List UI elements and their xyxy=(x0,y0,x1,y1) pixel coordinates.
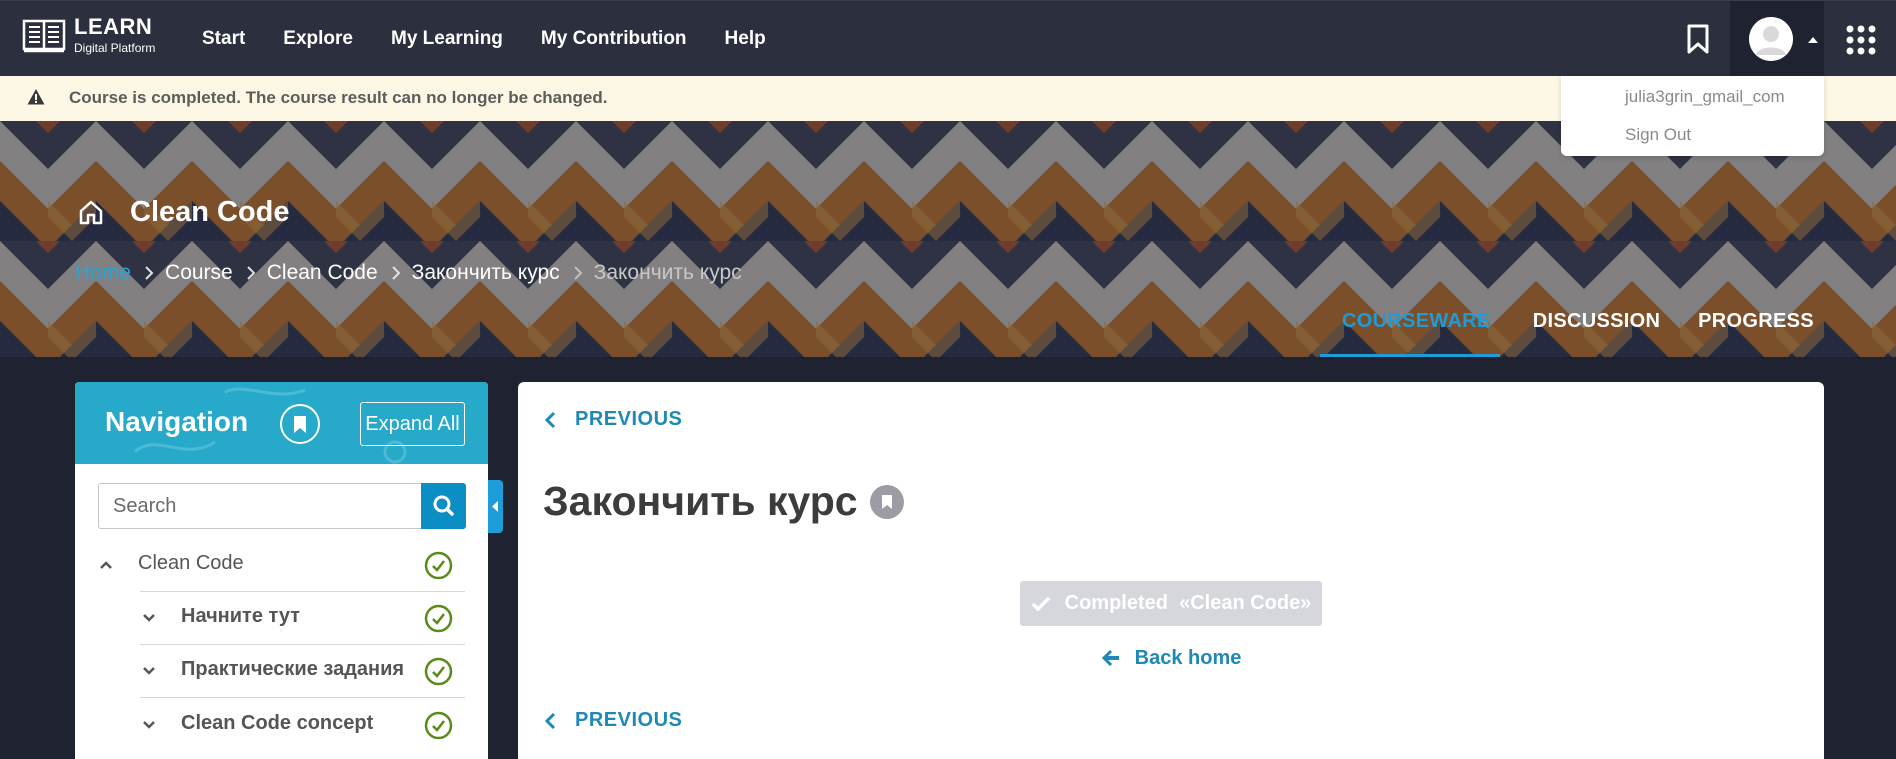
previous-label: PREVIOUS xyxy=(575,709,683,731)
sidebar-title: Navigation xyxy=(105,406,249,437)
avatar xyxy=(1749,17,1793,61)
tab-progress[interactable]: PROGRESS xyxy=(1693,302,1819,357)
breadcrumb-current: Закончить курс xyxy=(593,261,742,284)
book-logo-icon xyxy=(22,19,66,53)
outline-item-start-here[interactable]: Начните тут xyxy=(75,592,488,645)
search-input[interactable] xyxy=(99,484,421,528)
breadcrumb-clean-code[interactable]: Clean Code xyxy=(267,261,378,285)
search-icon xyxy=(433,495,454,516)
outline-label: Практические задания xyxy=(181,658,405,680)
check-circle-icon xyxy=(424,604,453,633)
nav-help[interactable]: Help xyxy=(725,28,766,50)
chevron-up-icon[interactable] xyxy=(98,557,114,573)
course-completed-button[interactable]: Completed «Clean Code» xyxy=(1020,581,1322,626)
back-home-link[interactable]: Back home xyxy=(1020,640,1322,676)
user-menu-toggle[interactable] xyxy=(1730,1,1824,77)
sign-out-link[interactable]: Sign Out xyxy=(1625,125,1691,145)
arrow-left-icon xyxy=(1101,649,1119,667)
caret-up-icon xyxy=(1808,37,1818,43)
nav-my-contribution[interactable]: My Contribution xyxy=(541,28,687,50)
unit-bookmark-button[interactable] xyxy=(870,485,904,519)
bookmark-icon[interactable] xyxy=(1683,23,1713,55)
check-circle-icon xyxy=(424,551,453,580)
check-circle-icon xyxy=(424,711,453,740)
checkmark-icon xyxy=(1031,596,1050,611)
nav-explore[interactable]: Explore xyxy=(283,28,353,50)
apps-grid-icon[interactable] xyxy=(1846,25,1876,55)
brand-title: LEARN xyxy=(74,14,153,39)
outline-item-clean-code[interactable]: Clean Code xyxy=(75,539,488,592)
previous-button-bottom[interactable]: PREVIOUS xyxy=(543,709,682,732)
completed-label: Completed «Clean Code» xyxy=(1064,592,1312,614)
warning-icon xyxy=(27,89,45,105)
home-icon[interactable] xyxy=(77,198,105,226)
user-silhouette-icon xyxy=(1749,17,1793,61)
brand-logo[interactable]: LEARN Digital Platform xyxy=(22,15,155,55)
chevron-down-icon[interactable] xyxy=(141,717,157,733)
breadcrumb-course[interactable]: Course xyxy=(165,261,233,285)
chevron-right-icon xyxy=(247,266,256,280)
divider xyxy=(140,697,465,698)
outline-label: Начните тут xyxy=(181,605,300,627)
chevron-right-icon xyxy=(145,266,154,280)
caret-left-icon xyxy=(492,501,498,512)
breadcrumb-home[interactable]: Home xyxy=(75,261,131,285)
unit-title: Закончить курс xyxy=(543,478,858,524)
sidebar-collapse-handle[interactable] xyxy=(488,480,503,533)
expand-all-button[interactable]: Expand All xyxy=(360,402,465,446)
nav-start[interactable]: Start xyxy=(202,28,245,50)
unit-content: PREVIOUS Закончить курс Completed «Clean… xyxy=(518,382,1824,759)
bookmark-icon xyxy=(882,495,892,509)
chevron-right-icon xyxy=(573,266,583,280)
nav-my-learning[interactable]: My Learning xyxy=(391,28,503,50)
course-title: Clean Code xyxy=(130,196,290,228)
sidebar-header: Navigation Expand All xyxy=(75,382,488,464)
top-navigation-bar: LEARN Digital Platform Start Explore My … xyxy=(0,0,1896,77)
search-button[interactable] xyxy=(421,483,466,529)
previous-label: PREVIOUS xyxy=(575,408,683,430)
check-circle-icon xyxy=(424,657,453,686)
chevron-down-icon[interactable] xyxy=(141,610,157,626)
breadcrumb-section[interactable]: Закончить курс xyxy=(412,261,560,285)
outline-label: Clean Code concept xyxy=(181,712,374,734)
user-dropdown: julia3grin_gmail_com Sign Out xyxy=(1561,76,1824,156)
chevron-right-icon xyxy=(391,266,401,280)
course-tabs: COURSEWARE DISCUSSION PROGRESS xyxy=(1320,302,1819,357)
tab-discussion[interactable]: DISCUSSION xyxy=(1500,302,1693,357)
outline-item-clean-code-concept[interactable]: Clean Code concept xyxy=(75,699,488,752)
previous-button-top[interactable]: PREVIOUS xyxy=(543,408,682,431)
bookmark-icon xyxy=(294,416,306,433)
back-home-label: Back home xyxy=(1134,646,1242,669)
course-navigation-sidebar: Navigation Expand All Clean Code Начните… xyxy=(75,382,488,759)
dropdown-username[interactable]: julia3grin_gmail_com xyxy=(1625,87,1785,107)
tab-courseware[interactable]: COURSEWARE xyxy=(1320,302,1500,357)
course-hero: Clean Code Home Course Clean Code Законч… xyxy=(0,121,1896,357)
brand-subtitle: Digital Platform xyxy=(74,41,156,55)
chevron-left-icon xyxy=(544,712,556,729)
breadcrumb: Home Course Clean Code Закончить курс За… xyxy=(75,261,742,285)
outline-item-practice-tasks[interactable]: Практические задания xyxy=(75,645,488,698)
chevron-left-icon xyxy=(544,411,556,428)
main-nav: Start Explore My Learning My Contributio… xyxy=(202,1,804,77)
chevron-down-icon[interactable] xyxy=(141,663,157,679)
banner-message: Course is completed. The course result c… xyxy=(69,88,608,107)
sidebar-bookmark-button[interactable] xyxy=(280,404,320,444)
sidebar-search xyxy=(98,483,466,529)
outline-label: Clean Code xyxy=(138,552,244,574)
